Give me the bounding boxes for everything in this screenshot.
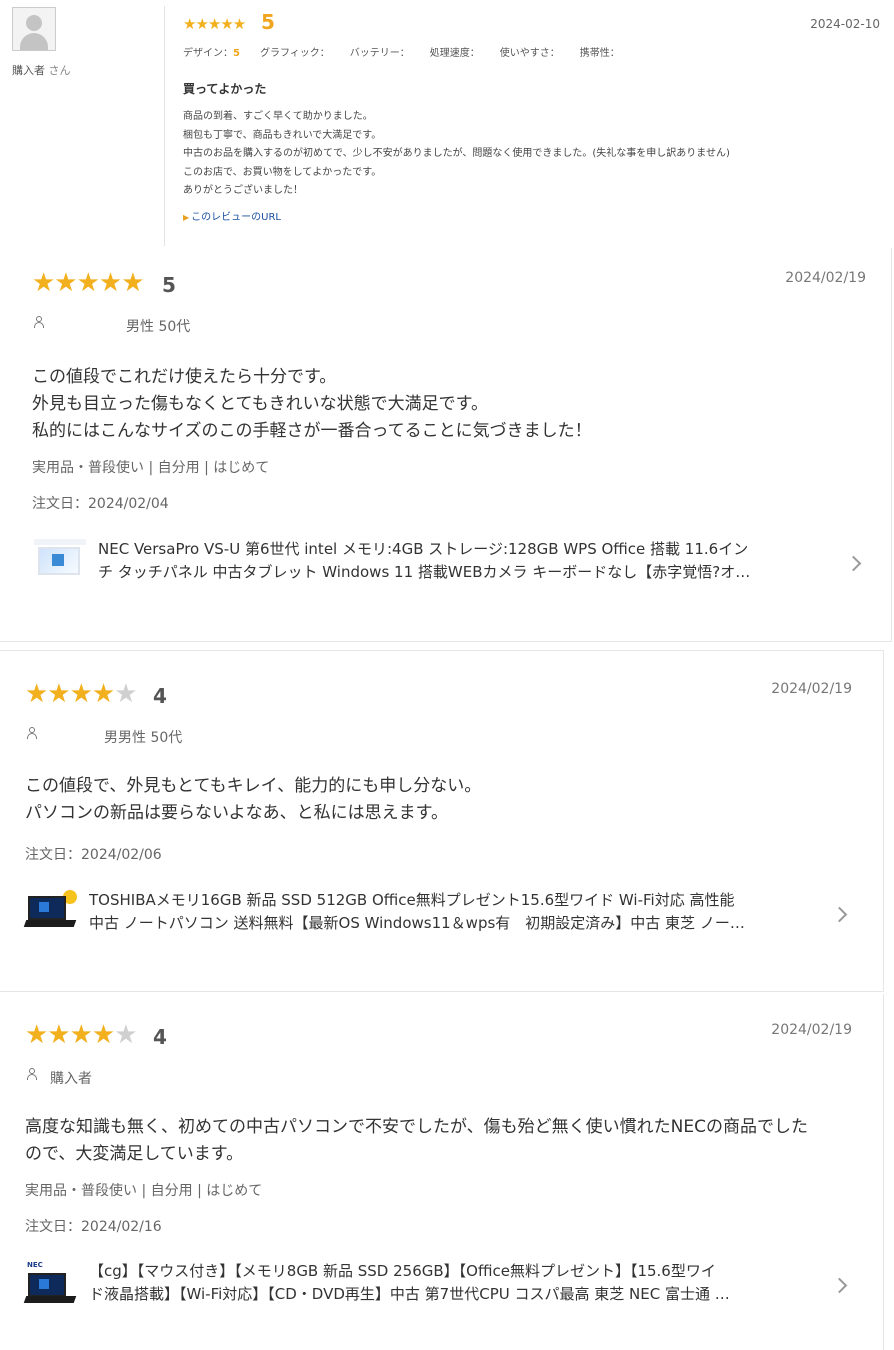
- review-title: 買ってよかった: [183, 82, 267, 96]
- product-thumbnail: [34, 539, 86, 583]
- star-rating-icon: ★★★★★: [25, 1020, 138, 1050]
- rating-score: 5: [162, 273, 176, 297]
- review-comment: この値段でこれだけ使えたら十分です。 外見も目立った傷もなくとてもきれいな状態で…: [32, 367, 592, 441]
- reviewer-meta: 男性 50代: [126, 319, 191, 335]
- review-date: 2024-02-10: [810, 17, 880, 31]
- divider: [164, 6, 165, 246]
- review-date: 2024/02/19: [771, 1022, 852, 1038]
- product-name: TOSHIBAメモリ16GB 新品 SSD 512GB Office無料プレゼン…: [89, 891, 745, 932]
- rating-score: 4: [153, 684, 167, 708]
- usage-tags: 実用品・普段使い | 自分用 | はじめて: [25, 1183, 263, 1199]
- attr-speed: 処理速度：: [429, 48, 480, 59]
- review-comment: 高度な知識も無く、初めての中古パソコンで不安でしたが、傷も殆ど無く使い慣れたNE…: [25, 1117, 808, 1164]
- order-date: 注文日：2024/02/16: [25, 1219, 162, 1235]
- star-rating-icon: ★★★★★: [25, 679, 138, 709]
- star-rating-icon: ★★★★★: [32, 268, 145, 298]
- person-icon: [27, 727, 37, 739]
- product-name: NEC VersaPro VS-U 第6世代 intel メモリ:4GB ストレ…: [98, 540, 751, 581]
- chevron-right-icon[interactable]: [831, 1277, 848, 1294]
- review-date: 2024/02/19: [771, 681, 852, 697]
- reviewer-name: 購入者 さん: [12, 64, 71, 77]
- attr-portability: 携帯性：: [579, 48, 620, 59]
- product-thumbnail: NEC: [23, 1261, 77, 1305]
- attr-usability: 使いやすさ：: [499, 48, 560, 59]
- review-card-1: 購入者 さん ★★★★★ 5 2024-02-10 デザイン：5 グラフィック：…: [0, 0, 894, 246]
- rating-score: 5: [261, 10, 275, 34]
- star-rating-icon: ★★★★★: [183, 15, 246, 33]
- attribute-ratings: デザイン：5 グラフィック： バッテリー： 処理速度： 使いやすさ： 携帯性：: [183, 44, 620, 59]
- rating-score: 4: [153, 1025, 167, 1049]
- product-thumbnail: [23, 890, 77, 934]
- product-name: 【cg】【マウス付き】【メモリ8GB 新品 SSD 256GB】【Office無…: [89, 1262, 730, 1303]
- order-date: 注文日：2024/02/04: [32, 496, 169, 512]
- avatar-icon: [12, 7, 56, 51]
- product-link[interactable]: NEC VersaPro VS-U 第6世代 intel メモリ:4GB ストレ…: [34, 538, 834, 584]
- product-link[interactable]: NEC 【cg】【マウス付き】【メモリ8GB 新品 SSD 256GB】【Off…: [23, 1260, 815, 1306]
- person-icon: [27, 1068, 37, 1080]
- review-card-3: ★★★★★ 4 2024/02/19 男男性 50代 この値段で、外見もとてもキ…: [0, 650, 884, 992]
- order-date: 注文日：2024/02/06: [25, 847, 162, 863]
- review-comment: この値段で、外見もとてもキレイ、能力的にも申し分ない。 パソコンの新品は要らない…: [25, 776, 482, 823]
- triangle-right-icon: ▶: [183, 213, 190, 222]
- review-card-2: ★★★★★ 5 2024/02/19 男性 50代 この値段でこれだけ使えたら十…: [0, 248, 892, 642]
- attr-design: デザイン：5: [183, 48, 240, 59]
- brand-logo: NEC: [27, 1261, 43, 1269]
- attr-graphic: グラフィック：: [259, 48, 330, 59]
- review-card-4: ★★★★★ 4 2024/02/19 購入者 高度な知識も無く、初めての中古パソ…: [0, 994, 884, 1350]
- person-icon: [34, 316, 44, 328]
- reviewer-meta: 男男性 50代: [104, 730, 183, 746]
- product-link[interactable]: TOSHIBAメモリ16GB 新品 SSD 512GB Office無料プレゼン…: [23, 889, 815, 935]
- chevron-right-icon[interactable]: [831, 906, 848, 923]
- review-date: 2024/02/19: [785, 270, 866, 286]
- attr-battery: バッテリー：: [349, 48, 410, 59]
- usage-tags: 実用品・普段使い | 自分用 | はじめて: [32, 460, 270, 476]
- review-url-link[interactable]: ▶ このレビューのURL: [183, 208, 281, 223]
- review-body: 商品の到着、すごく早くて助かりました。 梱包も丁寧で、商品もきれいで大満足です。…: [183, 111, 730, 196]
- reviewer-meta: 購入者: [50, 1071, 92, 1087]
- chevron-right-icon[interactable]: [845, 555, 862, 572]
